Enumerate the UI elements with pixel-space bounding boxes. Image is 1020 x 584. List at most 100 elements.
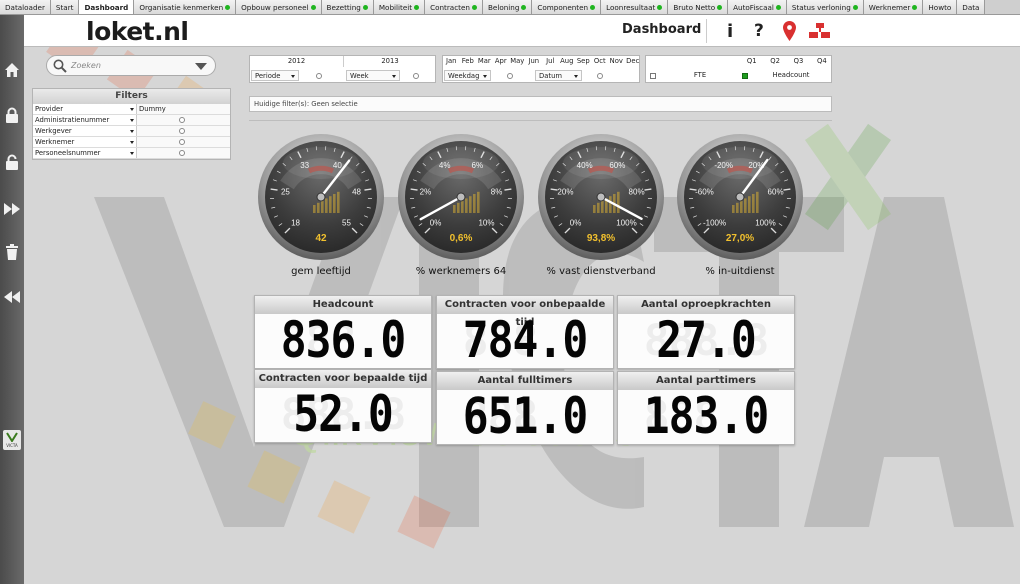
filter-value[interactable] bbox=[137, 126, 230, 136]
kpi-value-display: 888.8 52.0 bbox=[255, 386, 431, 444]
tab-organisatie-kenmerken[interactable]: Organisatie kenmerken bbox=[134, 0, 237, 14]
datum-dropdown[interactable]: Datum bbox=[535, 70, 582, 81]
tab-howto[interactable]: Howto bbox=[923, 0, 958, 14]
tab-bruto-netto[interactable]: Bruto Netto bbox=[668, 0, 729, 14]
location-pin-icon[interactable] bbox=[783, 20, 796, 42]
tab-dashboard[interactable]: Dashboard bbox=[79, 0, 135, 14]
radio-icon[interactable] bbox=[179, 117, 185, 123]
gauge-tick-label: 55 bbox=[342, 218, 351, 227]
tab-label: Organisatie kenmerken bbox=[139, 2, 224, 12]
tab-componenten[interactable]: Componenten bbox=[532, 0, 602, 14]
back-icon[interactable] bbox=[2, 287, 22, 307]
tab-loonresultaat[interactable]: Loonresultaat bbox=[601, 0, 669, 14]
quarter-selector: Q1 Q2 Q3 Q4 FTE Headcount bbox=[645, 55, 832, 83]
week-dropdown[interactable]: Week bbox=[346, 70, 400, 81]
quarter-q3[interactable]: Q3 bbox=[787, 56, 810, 67]
month-apr[interactable]: Apr bbox=[493, 56, 510, 67]
quarter-q2[interactable]: Q2 bbox=[763, 56, 786, 67]
org-chart-icon[interactable] bbox=[809, 20, 831, 42]
month-feb[interactable]: Feb bbox=[460, 56, 477, 67]
filter-value[interactable] bbox=[137, 115, 230, 125]
tab-beloning[interactable]: Beloning bbox=[482, 0, 533, 14]
tab-dataloader[interactable]: Dataloader bbox=[0, 0, 51, 14]
tab-start[interactable]: Start bbox=[50, 0, 80, 14]
kpi-box[interactable]: Headcount 888.8 836.0 bbox=[254, 295, 432, 370]
gauge-hub bbox=[316, 192, 326, 202]
chevron-down-icon[interactable] bbox=[195, 63, 207, 70]
month-sep[interactable]: Sep bbox=[575, 56, 592, 67]
filter-value[interactable] bbox=[137, 137, 230, 147]
quarter-q1[interactable]: Q1 bbox=[740, 56, 763, 67]
victa-logo: VICTA bbox=[3, 430, 21, 450]
tab-mobiliteit[interactable]: Mobiliteit bbox=[373, 0, 426, 14]
month-aug[interactable]: Aug bbox=[559, 56, 576, 67]
tab-opbouw-personeel[interactable]: Opbouw personeel bbox=[236, 0, 322, 14]
year-2013[interactable]: 2013 bbox=[343, 56, 436, 67]
filter-row[interactable]: Werkgever bbox=[33, 126, 230, 137]
gauge-bar bbox=[740, 200, 743, 213]
periode-radio[interactable] bbox=[316, 73, 322, 79]
kpi-box[interactable]: Contracten voor bepaalde tijd 888.8 52.0 bbox=[254, 369, 432, 444]
gauge-tick-label: 100% bbox=[755, 218, 775, 227]
unlock-icon[interactable] bbox=[2, 152, 22, 172]
radio-icon[interactable] bbox=[179, 128, 185, 134]
header: loket.nl Dashboard i ? bbox=[24, 15, 1020, 47]
tab-status-verloning[interactable]: Status verloning bbox=[786, 0, 864, 14]
help-icon[interactable]: ? bbox=[754, 20, 764, 42]
home-icon[interactable] bbox=[2, 60, 22, 80]
filter-key[interactable]: Werknemer bbox=[33, 137, 137, 147]
search-placeholder: Zoeken bbox=[71, 61, 101, 70]
weekdag-label: Weekdag bbox=[448, 72, 480, 80]
quarter-q4[interactable]: Q4 bbox=[810, 56, 833, 67]
tab-data[interactable]: Data bbox=[957, 0, 986, 14]
filter-value[interactable]: Dummy bbox=[137, 104, 230, 114]
gauge-glass bbox=[702, 147, 778, 179]
year-2012[interactable]: 2012 bbox=[250, 56, 343, 67]
kpi-box[interactable]: Contracten voor onbepaalde tijd 888.8 784.… bbox=[436, 295, 614, 370]
filter-key[interactable]: Provider bbox=[33, 104, 137, 114]
periode-dropdown[interactable]: Periode bbox=[251, 70, 299, 81]
radio-icon[interactable] bbox=[179, 150, 185, 156]
lock-icon[interactable] bbox=[2, 105, 22, 125]
tab-bezetting[interactable]: Bezetting bbox=[321, 0, 374, 14]
tab-autofiscaal[interactable]: AutoFiscaal bbox=[728, 0, 787, 14]
datum-radio[interactable] bbox=[597, 73, 603, 79]
info-icon[interactable]: i bbox=[727, 20, 733, 42]
month-nov[interactable]: Nov bbox=[608, 56, 625, 67]
month-mar[interactable]: Mar bbox=[476, 56, 493, 67]
filter-row[interactable]: Personeelsnummer bbox=[33, 148, 230, 159]
kpi-value: 183.0 bbox=[643, 388, 769, 446]
filter-key[interactable]: Werkgever bbox=[33, 126, 137, 136]
gauge-label: % in-uitdienst bbox=[705, 266, 775, 277]
filter-value[interactable] bbox=[137, 148, 230, 158]
filter-row[interactable]: Administratienummer bbox=[33, 115, 230, 126]
kpi-box[interactable]: Aantal fulltimers 888.8 651.0 bbox=[436, 371, 614, 446]
fte-checkbox[interactable] bbox=[650, 73, 656, 79]
filter-row[interactable]: Werknemer bbox=[33, 137, 230, 148]
month-jan[interactable]: Jan bbox=[443, 56, 460, 67]
radio-icon[interactable] bbox=[179, 139, 185, 145]
gauge-bar bbox=[317, 202, 320, 213]
month-jul[interactable]: Jul bbox=[542, 56, 559, 67]
search-box[interactable]: Zoeken bbox=[46, 55, 216, 76]
filter-key[interactable]: Administratienummer bbox=[33, 115, 137, 125]
kpi-box[interactable]: Aantal oproepkrachten 888.8 27.0 bbox=[617, 295, 795, 370]
filter-key-label: Administratienummer bbox=[35, 116, 110, 124]
filter-row[interactable]: Provider Dummy bbox=[33, 104, 230, 115]
month-dec[interactable]: Dec bbox=[625, 56, 642, 67]
dropdown-arrow-icon bbox=[130, 119, 134, 122]
weekdag-dropdown[interactable]: Weekdag bbox=[444, 70, 491, 81]
tab-contracten[interactable]: Contracten bbox=[425, 0, 483, 14]
headcount-checkbox[interactable] bbox=[742, 73, 748, 79]
kpi-box[interactable]: Aantal parttimers 888.8 183.0 bbox=[617, 371, 795, 446]
week-radio[interactable] bbox=[413, 73, 419, 79]
forward-icon[interactable] bbox=[2, 199, 22, 219]
left-toolbar: VICTA bbox=[0, 15, 24, 584]
tab-werknemer[interactable]: Werknemer bbox=[863, 0, 924, 14]
weekdag-radio[interactable] bbox=[507, 73, 513, 79]
filter-key[interactable]: Personeelsnummer bbox=[33, 148, 137, 158]
month-oct[interactable]: Oct bbox=[592, 56, 609, 67]
month-may[interactable]: May bbox=[509, 56, 526, 67]
month-jun[interactable]: Jun bbox=[526, 56, 543, 67]
trash-icon[interactable] bbox=[2, 242, 22, 262]
